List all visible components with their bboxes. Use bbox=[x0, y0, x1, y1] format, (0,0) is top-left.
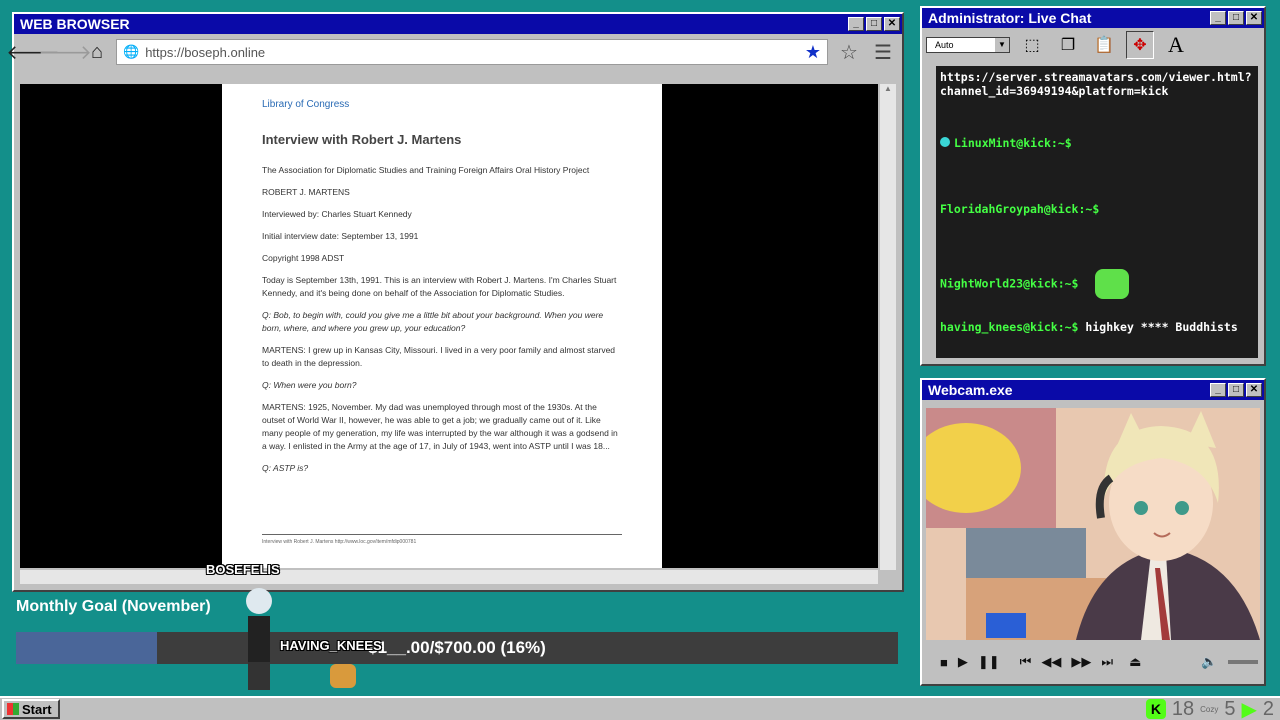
chat-message: NightWorld23@kick:~$ bbox=[940, 269, 1130, 299]
doc-question-2: Q: When were you born? bbox=[262, 380, 357, 390]
chat-toolbar: Auto ▼ ⬚ ❐ 📋 ✥ A bbox=[922, 28, 1264, 62]
rewind-icon[interactable]: ◀◀ bbox=[1041, 654, 1061, 670]
doc-title: Interview with Robert J. Martens bbox=[262, 132, 462, 147]
chat-link[interactable]: https://server.streamavatars.com/viewer.… bbox=[940, 70, 1252, 98]
document-page: Library of Congress Interview with Rober… bbox=[222, 84, 662, 568]
goal-label: Monthly Goal (November) bbox=[16, 598, 211, 615]
globe-icon: 🌐 bbox=[123, 44, 140, 59]
tray-count: 18 bbox=[1171, 697, 1195, 720]
play-icon[interactable]: ▶ bbox=[958, 654, 968, 670]
chat-text: highkey **** Buddhists bbox=[1085, 320, 1238, 334]
font-size-select[interactable]: Auto ▼ bbox=[926, 37, 1010, 53]
taskbar: Start K 18 Cozy 5 ▶ 2 bbox=[0, 696, 1280, 720]
chat-window: Administrator: Live Chat _ □ ✕ Auto ▼ ⬚ … bbox=[920, 6, 1266, 366]
system-tray: K 18 Cozy 5 ▶ 2 bbox=[1145, 697, 1274, 720]
chat-titlebar[interactable]: Administrator: Live Chat _ □ ✕ bbox=[922, 8, 1264, 28]
select-icon[interactable]: ⬚ bbox=[1018, 31, 1046, 59]
close-button[interactable]: ✕ bbox=[1246, 11, 1262, 25]
home-icon[interactable]: ⌂ bbox=[84, 39, 110, 65]
chevron-down-icon[interactable]: ▼ bbox=[995, 38, 1009, 52]
browser-titlebar[interactable]: WEB BROWSER _ □ ✕ bbox=[14, 14, 902, 34]
doc-copyright: Copyright 1998 ADST bbox=[262, 253, 345, 263]
url-text: https://boseph.online bbox=[145, 44, 266, 60]
doc-interviewer: Interviewed by: Charles Stuart Kennedy bbox=[262, 209, 412, 219]
doc-source[interactable]: Library of Congress bbox=[262, 98, 622, 111]
pause-icon[interactable]: ❚❚ bbox=[978, 654, 1000, 670]
fox-pet-icon bbox=[330, 664, 356, 688]
copy-icon[interactable]: ❐ bbox=[1054, 31, 1082, 59]
minimize-button[interactable]: _ bbox=[1210, 11, 1226, 25]
chat-message: FloridahGroypah@kick:~$ bbox=[940, 202, 1099, 216]
font-icon[interactable]: A bbox=[1162, 31, 1190, 59]
kick-logo-icon: K bbox=[1145, 699, 1166, 719]
chat-message: LinuxMint@kick:~$ bbox=[940, 136, 1072, 150]
doc-name: ROBERT J. MARTENS bbox=[262, 187, 350, 197]
webcam-window: Webcam.exe _ □ ✕ ■ ▶ ❚❚ ⏮ ◀◀ ▶▶ ⏭ ⏏ 🔈 bbox=[920, 378, 1266, 686]
font-size-value: Auto bbox=[935, 40, 954, 50]
horizontal-scrollbar[interactable] bbox=[20, 570, 878, 584]
green-blob-emote-icon bbox=[1095, 269, 1130, 299]
windows-logo-icon bbox=[7, 703, 19, 715]
minimize-button[interactable]: _ bbox=[848, 17, 864, 31]
skip-end-icon[interactable]: ⏭ bbox=[1101, 654, 1113, 670]
doc-intro: Today is September 13th, 1991. This is a… bbox=[262, 275, 617, 298]
media-controls: ■ ▶ ❚❚ ⏮ ◀◀ ▶▶ ⏭ ⏏ 🔈 bbox=[926, 646, 1260, 678]
browser-window: WEB BROWSER _ □ ✕ 🡐 🡒 ⌂ 🌐 https://boseph… bbox=[6, 12, 904, 592]
maximize-button[interactable]: □ bbox=[1228, 383, 1244, 397]
eject-icon[interactable]: ⏏ bbox=[1129, 654, 1141, 670]
webcam-feed bbox=[926, 408, 1260, 640]
address-bar[interactable]: 🌐 https://boseph.online ★ bbox=[116, 39, 828, 65]
browser-title: WEB BROWSER bbox=[20, 16, 130, 32]
doc-project: The Association for Diplomatic Studies a… bbox=[262, 165, 590, 175]
doc-answer-1: MARTENS: I grew up in Kansas City, Misso… bbox=[262, 345, 616, 368]
doc-question-1: Q: Bob, to begin with, could you give me… bbox=[262, 310, 604, 333]
tray-label: Cozy bbox=[1200, 704, 1219, 714]
bookmark-star-icon[interactable]: ★ bbox=[805, 42, 821, 63]
chat-title: Administrator: Live Chat bbox=[928, 10, 1092, 26]
forward-icon[interactable]: 🡒 bbox=[38, 39, 92, 65]
skip-start-icon[interactable]: ⏮ bbox=[1020, 654, 1032, 670]
tray-count: 2 bbox=[1262, 697, 1274, 720]
stop-icon[interactable]: ■ bbox=[940, 655, 948, 670]
doc-footer: Interview with Robert J. Martens http://… bbox=[262, 534, 622, 549]
maximize-button[interactable]: □ bbox=[1228, 11, 1244, 25]
webcam-title: Webcam.exe bbox=[928, 382, 1013, 398]
favorites-icon[interactable]: ☆ bbox=[834, 40, 864, 65]
status-dot-icon bbox=[940, 137, 950, 147]
doc-answer-2: MARTENS: 1925, November. My dad was unem… bbox=[262, 402, 618, 451]
chat-username: NightWorld23@kick:~$ bbox=[940, 276, 1079, 291]
start-label: Start bbox=[22, 701, 52, 717]
start-button[interactable]: Start bbox=[2, 699, 60, 719]
chat-username: FloridahGroypah@kick:~$ bbox=[940, 202, 1100, 216]
chat-username: LinuxMint@kick:~$ bbox=[954, 136, 1072, 150]
anime-avatar-illustration bbox=[926, 408, 1260, 640]
play-icon[interactable]: ▶ bbox=[1241, 697, 1256, 720]
scroll-up-icon[interactable]: ▲ bbox=[880, 84, 896, 93]
doc-question-3: Q: ASTP is? bbox=[262, 463, 309, 473]
paste-icon[interactable]: 📋 bbox=[1090, 31, 1118, 59]
page-viewport: Library of Congress Interview with Rober… bbox=[20, 84, 878, 568]
close-button[interactable]: ✕ bbox=[884, 17, 900, 31]
move-icon[interactable]: ✥ bbox=[1126, 31, 1154, 59]
chat-message: having_knees@kick:~$ highkey **** Buddhi… bbox=[940, 320, 1240, 334]
minimize-button[interactable]: _ bbox=[1210, 383, 1226, 397]
goal-progress-text: $1__.00/$700.00 (16%) bbox=[368, 638, 546, 657]
fast-forward-icon[interactable]: ▶▶ bbox=[1071, 654, 1091, 670]
browser-toolbar: 🡐 🡒 ⌂ 🌐 https://boseph.online ★ ☆ ☰ bbox=[6, 34, 902, 70]
vertical-scrollbar[interactable]: ▲ bbox=[880, 84, 896, 570]
chat-username: having_knees@kick:~$ bbox=[940, 320, 1079, 334]
volume-slider[interactable] bbox=[1227, 660, 1258, 664]
chat-log[interactable]: https://server.streamavatars.com/viewer.… bbox=[936, 66, 1258, 358]
avatar-nametag: BOSEFELIS bbox=[206, 562, 280, 577]
avatar-nametag: HAVING_KNEES bbox=[280, 638, 382, 653]
webcam-titlebar[interactable]: Webcam.exe _ □ ✕ bbox=[922, 380, 1264, 400]
pixel-avatar-icon bbox=[246, 588, 272, 692]
maximize-button[interactable]: □ bbox=[866, 17, 882, 31]
close-button[interactable]: ✕ bbox=[1246, 383, 1262, 397]
doc-date: Initial interview date: September 13, 19… bbox=[262, 231, 419, 241]
menu-icon[interactable]: ☰ bbox=[870, 40, 896, 65]
volume-icon[interactable]: 🔈 bbox=[1201, 654, 1217, 670]
tray-count: 5 bbox=[1224, 697, 1236, 720]
